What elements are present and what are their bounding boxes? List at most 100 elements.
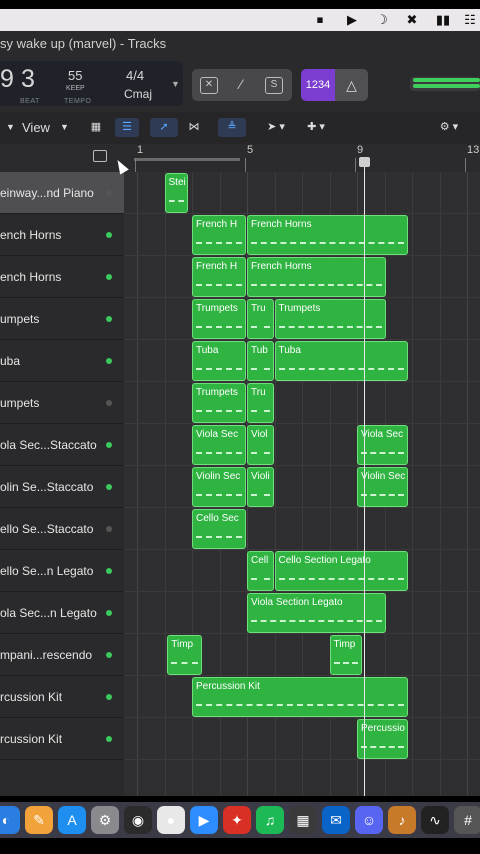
solo-mode-icon[interactable]: S	[265, 77, 283, 94]
track-lane[interactable]	[124, 382, 480, 424]
metronome-icon[interactable]: △	[335, 69, 368, 101]
moon-icon[interactable]: ☽	[374, 12, 390, 28]
zoom-icon[interactable]: ▶	[190, 806, 218, 834]
final-cut-icon[interactable]: ▦	[289, 806, 317, 834]
track-activity-dot[interactable]	[106, 484, 112, 490]
midi-region[interactable]: Tuba	[274, 341, 409, 381]
track-header[interactable]: ench Horns	[0, 256, 124, 298]
midi-region[interactable]: Trumpets	[192, 299, 246, 339]
control-center-icon[interactable]: ☷	[462, 12, 478, 28]
midi-region[interactable]: Percussion Kit	[192, 677, 409, 717]
track-header[interactable]: einway...nd Piano	[0, 172, 124, 214]
count-in-button[interactable]: 1234	[301, 69, 335, 101]
track-header[interactable]: umpets	[0, 298, 124, 340]
track-header[interactable]: uba	[0, 340, 124, 382]
timeline-ruler[interactable]: 1 5 9 13	[124, 144, 480, 172]
midi-region[interactable]: Timp	[167, 635, 202, 675]
track-options-icon[interactable]	[93, 150, 107, 162]
track-activity-dot[interactable]	[106, 568, 112, 574]
chrome-icon[interactable]: ●	[157, 806, 185, 834]
midi-region[interactable]: Cell	[247, 551, 274, 591]
stop-record-icon[interactable]: ⏹	[312, 12, 328, 28]
app-store-icon[interactable]: A	[58, 806, 86, 834]
track-lane[interactable]	[124, 508, 480, 550]
midi-region[interactable]: Viola Sec	[192, 425, 246, 465]
midi-region[interactable]: Cello Section Legato	[274, 551, 409, 591]
replace-mode-icon[interactable]: ✕	[200, 77, 218, 94]
finder-icon[interactable]: ◐	[0, 806, 20, 834]
midi-region[interactable]: Timp	[329, 635, 362, 675]
track-header[interactable]: umpets	[0, 382, 124, 424]
grid-view-icon[interactable]: ▦	[85, 118, 107, 137]
playhead[interactable]	[364, 160, 365, 796]
play-icon[interactable]: ▶	[344, 12, 360, 28]
midi-region[interactable]: French H	[192, 257, 246, 297]
crosshair-tool-icon[interactable]: ✚ ▾	[298, 118, 334, 137]
tuner-icon[interactable]: ⁄	[232, 77, 250, 94]
midi-region[interactable]: Tru	[247, 383, 274, 423]
chevron-down-icon[interactable]: ▼	[6, 122, 15, 132]
track-activity-dot[interactable]	[106, 232, 112, 238]
track-activity-dot[interactable]	[106, 400, 112, 406]
midi-region[interactable]: Viola Section Legato	[247, 593, 387, 633]
track-header[interactable]: olin Se...Staccato	[0, 466, 124, 508]
chevron-down-icon[interactable]: ▼	[60, 122, 69, 132]
discord-icon[interactable]: ☺	[355, 806, 383, 834]
track-activity-dot[interactable]	[106, 442, 112, 448]
track-header[interactable]: ola Sec...Staccato	[0, 424, 124, 466]
playhead-handle[interactable]	[359, 157, 370, 167]
track-activity-dot[interactable]	[106, 652, 112, 658]
cycle-region[interactable]	[134, 158, 240, 161]
acrobat-icon[interactable]: ✦	[223, 806, 251, 834]
track-activity-dot[interactable]	[106, 274, 112, 280]
midi-region[interactable]: French H	[192, 215, 246, 255]
track-activity-dot[interactable]	[106, 526, 112, 532]
pages-icon[interactable]: ✎	[25, 806, 53, 834]
flex-icon[interactable]: ⋈	[182, 118, 206, 137]
gear-icon[interactable]: ⚙ ▾	[432, 118, 466, 137]
list-view-icon[interactable]: ☰	[115, 118, 139, 137]
pointer-tool-icon[interactable]: ➤ ▾	[260, 118, 292, 137]
track-activity-dot[interactable]	[106, 610, 112, 616]
midi-region[interactable]: Trumpets	[274, 299, 387, 339]
midi-region[interactable]: Cello Sec	[192, 509, 246, 549]
spotify-icon[interactable]: ♫	[256, 806, 284, 834]
midi-region[interactable]: Tuba	[192, 341, 246, 381]
arrange-area[interactable]: Stei French H French Horns French H French H…	[124, 172, 480, 796]
track-lane[interactable]	[124, 718, 480, 760]
system-settings-icon[interactable]: ⚙	[91, 806, 119, 834]
midi-region[interactable]: French Horns	[247, 215, 409, 255]
midi-region[interactable]: Trumpets	[192, 383, 246, 423]
track-activity-dot[interactable]	[106, 190, 112, 196]
track-activity-dot[interactable]	[106, 736, 112, 742]
midi-region[interactable]: Viol	[247, 425, 274, 465]
garageband-icon[interactable]: ♪	[388, 806, 416, 834]
track-activity-dot[interactable]	[106, 694, 112, 700]
logic-icon[interactable]: ◉	[124, 806, 152, 834]
midi-region[interactable]: Tru	[247, 299, 274, 339]
track-header[interactable]: rcussion Kit	[0, 718, 124, 760]
lcd-display[interactable]: 9 3 BEAT 55 KEEP TEMPO 4/4 Cmaj ▼	[0, 61, 183, 106]
track-activity-dot[interactable]	[106, 358, 112, 364]
chevron-down-icon[interactable]: ▼	[171, 79, 180, 89]
midi-region[interactable]: Tub	[247, 341, 274, 381]
midi-region[interactable]: Violi	[247, 467, 274, 507]
track-lane[interactable]	[124, 424, 480, 466]
voice-memos-icon[interactable]: ∿	[421, 806, 449, 834]
track-header[interactable]: ello Se...n Legato	[0, 550, 124, 592]
track-header[interactable]: ench Horns	[0, 214, 124, 256]
track-header[interactable]: mpani...rescendo	[0, 634, 124, 676]
view-menu[interactable]: View	[22, 120, 50, 135]
calculator-icon[interactable]: #	[454, 806, 480, 834]
midi-region[interactable]: Violin Sec	[192, 467, 246, 507]
automation-icon[interactable]: ➚	[150, 118, 178, 137]
midi-region[interactable]: French Horns	[247, 257, 387, 297]
midi-region[interactable]: Stei	[164, 173, 189, 213]
battery-icon[interactable]: ▮▮	[432, 12, 454, 28]
track-activity-dot[interactable]	[106, 316, 112, 322]
track-lane[interactable]	[124, 466, 480, 508]
track-header[interactable]: rcussion Kit	[0, 676, 124, 718]
track-header[interactable]: ello Se...Staccato	[0, 508, 124, 550]
catch-icon[interactable]: ≜	[218, 118, 246, 137]
outlook-icon[interactable]: ✉	[322, 806, 350, 834]
